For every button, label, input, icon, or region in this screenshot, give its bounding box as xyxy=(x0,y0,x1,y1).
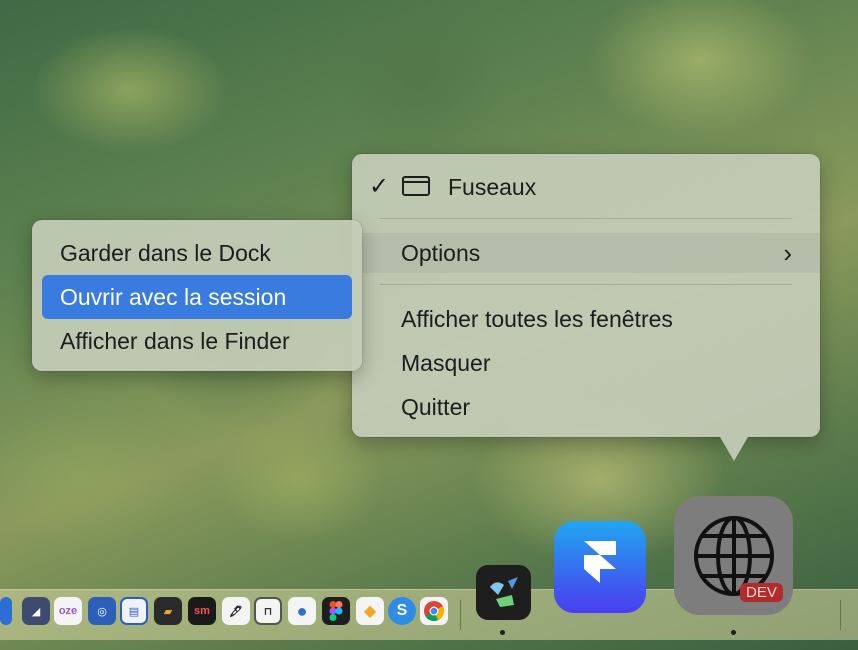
pen-app-icon[interactable]: 🖋 xyxy=(222,597,250,625)
chevron-right-icon: › xyxy=(783,238,792,268)
app-context-menu: ✓ Fuseaux Options › Afficher toutes les … xyxy=(352,154,820,461)
figma-app-icon[interactable] xyxy=(322,597,350,625)
framer-icon xyxy=(584,541,616,583)
game-app-icon[interactable]: ▰ xyxy=(154,597,182,625)
menu-item-label: Afficher toutes les fenêtres xyxy=(401,306,673,332)
menu-item-label: Fuseaux xyxy=(448,174,537,200)
messages-app-icon[interactable]: ● xyxy=(288,597,316,625)
menu-item-fuseaux[interactable]: ✓ Fuseaux xyxy=(352,167,820,207)
oze-app-icon[interactable]: oze xyxy=(54,597,82,625)
menu-item-label: Ouvrir avec la session xyxy=(60,284,287,310)
chrome-app-icon[interactable] xyxy=(420,597,448,625)
framer-app-icon[interactable] xyxy=(554,521,646,613)
printer-app-icon[interactable]: ▤ xyxy=(120,597,148,625)
menu-separator xyxy=(380,218,792,219)
running-indicator xyxy=(731,630,736,635)
checkmark-icon: ✓ xyxy=(369,173,390,200)
running-indicator xyxy=(500,630,505,635)
skype-app-icon[interactable]: S xyxy=(388,597,416,625)
fuseaux-dev-app-icon[interactable]: DEV xyxy=(674,496,793,615)
sm-app-icon[interactable]: sm xyxy=(188,597,216,625)
dev-badge: DEV xyxy=(740,583,783,602)
options-submenu: Garder dans le Dock Ouvrir avec la sessi… xyxy=(32,220,362,371)
linear-app-icon[interactable]: ◢ xyxy=(22,597,50,625)
submenu-item-keep-in-dock[interactable]: Garder dans le Dock xyxy=(42,231,352,275)
crystal-icon xyxy=(489,576,518,607)
chrome-icon xyxy=(424,601,445,621)
menu-item-quit[interactable]: Quitter xyxy=(352,387,820,427)
submenu-item-show-in-finder[interactable]: Afficher dans le Finder xyxy=(42,319,352,363)
menu-item-hide[interactable]: Masquer xyxy=(352,343,820,383)
window-icon xyxy=(402,176,430,196)
menu-item-label: Options xyxy=(401,240,481,266)
menu-pointer xyxy=(720,437,748,461)
menu-item-label: Masquer xyxy=(401,350,491,376)
dock-separator xyxy=(460,600,461,630)
menu-item-options[interactable]: Options › xyxy=(352,233,820,273)
menu-item-label: Garder dans le Dock xyxy=(60,240,271,266)
dock-separator xyxy=(840,600,841,630)
app-icon-partial[interactable] xyxy=(0,597,12,625)
sketch-app-icon[interactable]: ◆ xyxy=(356,597,384,625)
menu-separator xyxy=(380,284,792,285)
screen-app-icon[interactable]: ◎ xyxy=(88,597,116,625)
crystal-app-icon[interactable] xyxy=(476,565,531,620)
menu-item-show-all-windows[interactable]: Afficher toutes les fenêtres xyxy=(352,299,820,339)
figma-icon xyxy=(329,601,343,621)
submenu-item-open-at-login[interactable]: Ouvrir avec la session xyxy=(42,275,352,319)
bracket-app-icon[interactable]: ⊓ xyxy=(254,597,282,625)
menu-item-label: Afficher dans le Finder xyxy=(60,328,290,354)
menu-item-label: Quitter xyxy=(401,394,471,420)
